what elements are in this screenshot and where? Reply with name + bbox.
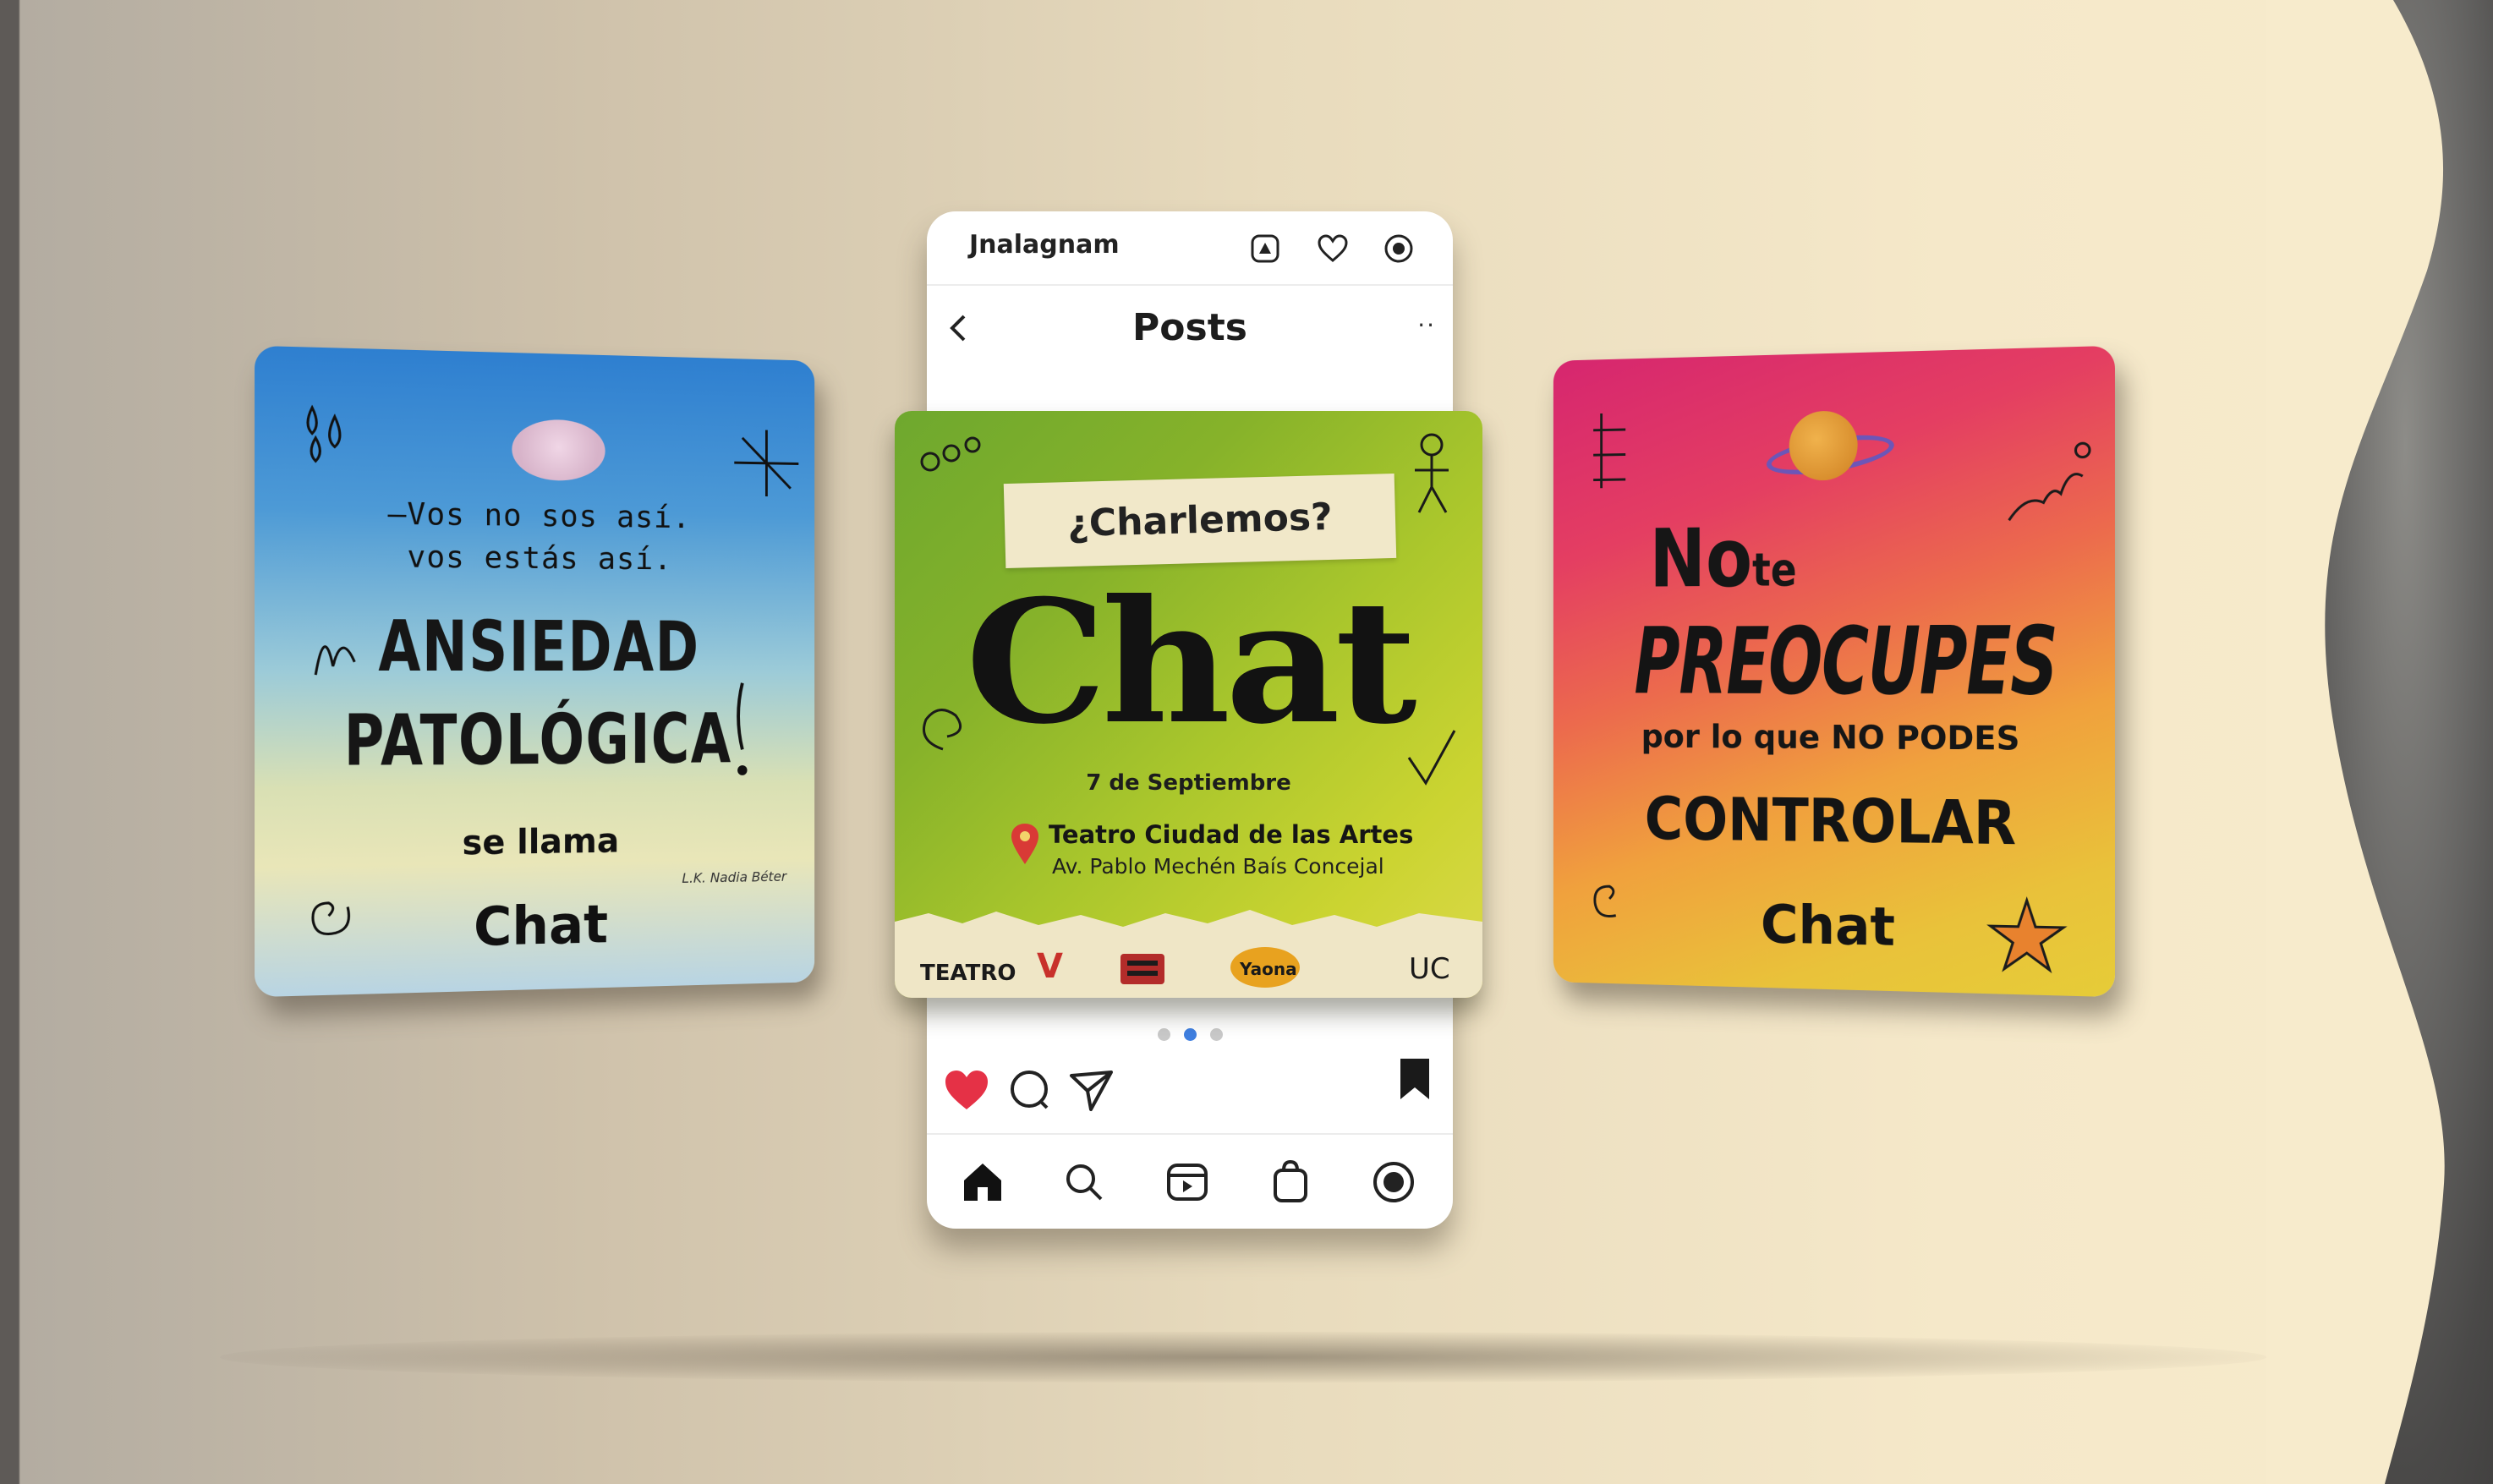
add-post-icon[interactable] xyxy=(1250,233,1280,264)
carousel-dot[interactable] xyxy=(1157,1028,1170,1041)
comment-icon[interactable] xyxy=(1005,1065,1054,1114)
left-brand: Chat xyxy=(473,893,609,958)
post-actions xyxy=(927,1054,1453,1121)
right-line3: por lo que NO PODES xyxy=(1641,718,2020,758)
left-post-card[interactable]: –Vos no sos así. vos estás así. ANSIEDAD… xyxy=(255,345,815,998)
ladder-doodle-icon xyxy=(1586,408,1634,492)
right-line1: Note xyxy=(1650,510,1797,605)
shop-icon[interactable] xyxy=(1268,1160,1312,1204)
app-header: Jnalagnam xyxy=(927,211,1453,286)
sponsor-uc: UC xyxy=(1409,952,1450,986)
more-options-icon[interactable]: ·· xyxy=(1417,311,1436,339)
heart-filled-icon[interactable] xyxy=(942,1065,991,1114)
star-icon: ★ xyxy=(1983,879,2071,994)
tag-tape: ¿Charlemos? xyxy=(1003,473,1397,569)
bookmark-icon[interactable] xyxy=(1390,1055,1439,1104)
cloud-icon xyxy=(512,419,605,482)
post-tag: ¿Charlemos? xyxy=(1066,495,1334,546)
sponsor-v: V xyxy=(1037,947,1063,986)
left-quote-line2: vos estás así. xyxy=(407,539,673,578)
left-headline-line2: PATOLÓGICA xyxy=(343,699,732,783)
sparkle-doodle-icon xyxy=(731,425,803,501)
sponsor-logo-badge xyxy=(1120,954,1164,984)
drop-doodle-icon xyxy=(300,399,361,469)
left-quote-line1: –Vos no sos así. xyxy=(387,496,691,536)
sponsor-yaona: Yaona xyxy=(1240,959,1297,979)
carousel-dot[interactable] xyxy=(1209,1028,1223,1041)
center-post-card[interactable]: ¿Charlemos? Chat 7 de Septiembre Teatro … xyxy=(895,411,1482,998)
right-line2: PREOCUPES xyxy=(1634,605,2057,717)
left-author: L.K. Nadia Béter xyxy=(682,868,787,886)
swirl-doodle-icon xyxy=(2000,433,2096,529)
post-address: Av. Pablo Mechén Baís Concejal xyxy=(1052,854,1384,879)
heart-outline-icon[interactable] xyxy=(1318,233,1348,264)
left-headline-line1: ANSIEDAD xyxy=(378,605,700,688)
app-title: Jnalagnam xyxy=(969,230,1120,260)
posts-bar: Posts ·· xyxy=(927,286,1453,370)
profile-icon[interactable] xyxy=(1372,1160,1416,1204)
right-post-card[interactable]: Note PREOCUPES por lo que NO PODES CONTR… xyxy=(1553,345,2115,998)
search-icon[interactable] xyxy=(1062,1160,1106,1204)
sponsor-teatro: TEATRO xyxy=(920,961,1016,986)
concrete-wall xyxy=(2273,0,2493,1484)
left-subline: se llama xyxy=(462,821,620,863)
carousel-dots xyxy=(927,1028,1453,1044)
right-line4: CONTROLAR xyxy=(1644,784,2017,859)
home-icon[interactable] xyxy=(961,1160,1005,1204)
circles-doodle-icon xyxy=(920,436,981,472)
mockup-scene: –Vos no sos así. vos estás así. ANSIEDAD… xyxy=(0,0,2493,1484)
post-venue: Teatro Ciudad de las Artes xyxy=(1049,820,1414,849)
location-pin-icon xyxy=(1011,824,1038,864)
post-date: 7 de Septiembre xyxy=(1086,770,1291,796)
carousel-dot-active[interactable] xyxy=(1183,1028,1197,1041)
share-icon[interactable] xyxy=(1067,1065,1116,1114)
reels-icon[interactable] xyxy=(1165,1160,1209,1204)
right-line1-big: No xyxy=(1649,511,1753,606)
messenger-icon[interactable] xyxy=(1383,233,1414,264)
floor-shadow xyxy=(220,1332,2266,1383)
planet-icon xyxy=(1789,410,1858,481)
screen-title: Posts xyxy=(1132,306,1247,349)
post-title: Chat xyxy=(965,563,1417,762)
figure-doodle-icon xyxy=(1415,433,1449,513)
right-line1-small: te xyxy=(1752,543,1797,597)
bottom-nav xyxy=(927,1133,1453,1229)
